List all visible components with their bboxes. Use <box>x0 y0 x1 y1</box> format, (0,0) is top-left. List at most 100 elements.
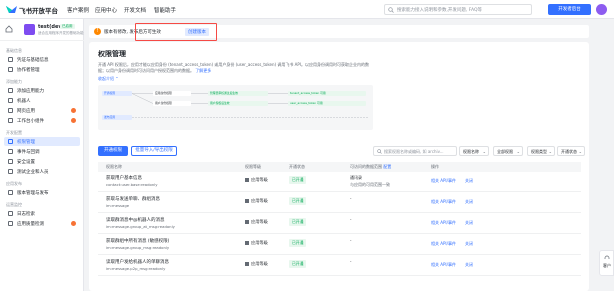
global-search-input[interactable]: 搜索能力接入说明和参数,开发问题, FAQ等 <box>384 4 532 15</box>
permission-code: im:message.p2p_msg:readonly <box>106 266 166 271</box>
filter-label: 权限名称 <box>463 149 479 154</box>
configure-data-range-link[interactable]: 配置 <box>383 164 391 169</box>
search-icon <box>388 7 394 13</box>
table-row: 读取用户发给机器人的单聊消息 im:message.p2p_msg:readonl… <box>98 256 581 276</box>
sidebar-item[interactable]: 添加应用能力 <box>4 86 80 95</box>
sidebar-item-label: 应用质量检测 <box>17 221 44 227</box>
menu-item-icon <box>8 159 13 164</box>
permission-level-label: 应用等级 <box>251 261 268 266</box>
app-status-badge: 已启用 <box>60 24 75 29</box>
table-row: 读取群消息中@机器人的消息 im:message.group_at_msg:rea… <box>98 214 581 234</box>
sidebar-group-title: 添加能力 <box>6 79 22 84</box>
permission-name: 获取用户基本信息 <box>106 176 142 181</box>
sidebar-item[interactable]: 测试企业和人员 <box>4 167 80 176</box>
menu-item-icon <box>8 211 13 216</box>
related-api-link[interactable]: 相关 API/事件 <box>431 241 456 247</box>
permission-description: 开通 API 权限后，应用才能以应用身份 (tenant_access_toke… <box>98 62 373 74</box>
related-api-link[interactable]: 相关 API/事件 <box>431 262 456 268</box>
menu-item-icon <box>8 108 13 113</box>
filter-all-permissions-select[interactable]: 全部权限 ⌄ <box>493 146 523 156</box>
menu-item-icon <box>8 139 13 144</box>
close-permission-link[interactable]: 关闭 <box>465 241 473 247</box>
level-icon <box>245 177 249 182</box>
nav-smart-assistant[interactable]: 智能助手 <box>154 6 176 14</box>
close-permission-link[interactable]: 关闭 <box>465 262 473 268</box>
data-range: - <box>350 259 352 264</box>
notification-dot <box>71 221 76 226</box>
column-data-range: 可访问的数据范围 配置 <box>350 164 391 170</box>
data-range: 通讯录 <box>350 175 362 180</box>
filter-label: 权限类型 <box>531 149 547 154</box>
search-placeholder: 搜索能力接入说明和参数,开发问题, FAQ等 <box>397 8 483 13</box>
menu-item-icon <box>8 88 13 93</box>
permission-name: 读取群消息中@机器人的消息 <box>106 218 165 223</box>
sidebar-item-label: 事件与回调 <box>17 149 40 155</box>
warning-icon: ! <box>94 28 101 35</box>
sidebar-item[interactable]: 版本管理与发布 <box>4 188 80 197</box>
sidebar-item[interactable]: 权限管理 <box>4 137 80 146</box>
user-avatar[interactable] <box>596 4 607 15</box>
sidebar-group-title: 开发配置 <box>6 130 22 135</box>
collapse-intro-link[interactable]: 收起介绍 ⌃ <box>98 76 119 82</box>
filter-permission-type-select[interactable]: 权限类型 ⌄ <box>527 146 555 156</box>
customer-service-tab[interactable]: 客户 <box>599 250 614 276</box>
brand-name[interactable]: 飞书开放平台 <box>19 5 58 15</box>
sidebar-item-label: 权限管理 <box>17 139 35 145</box>
permission-search-input[interactable]: 搜索权限名称或编码, 如 archiv... <box>373 146 457 156</box>
status-badge: 已开通 <box>289 260 307 268</box>
close-permission-link[interactable]: 关闭 <box>465 199 473 205</box>
sidebar-item-label: 添加应用能力 <box>17 88 44 94</box>
sidebar-item[interactable]: 工作台小组件 <box>4 116 80 125</box>
permission-name: 获取群组中所有消息 (敏感权限) <box>106 239 170 244</box>
related-api-link[interactable]: 相关 API/事件 <box>431 220 456 226</box>
column-open-status: 开通状态 <box>289 164 305 169</box>
nav-app-center[interactable]: 应用中心 <box>95 6 117 14</box>
sidebar-item-label: 网页应用 <box>17 108 35 114</box>
sidebar-item[interactable]: 日志检索 <box>4 209 80 218</box>
filter-open-status-select[interactable]: 开通状态 ⌄ <box>557 146 585 156</box>
permission-level: 应用等级 <box>245 198 268 204</box>
permission-management-panel: 权限管理 开通 API 权限后，应用才能以应用身份 (tenant_access… <box>89 42 589 291</box>
app-sidebar: test(dev) 已启用 适合应用程序开发的基础功能 基础信息凭证与基础信息协… <box>0 19 84 291</box>
related-api-link[interactable]: 相关 API/事件 <box>431 178 456 184</box>
sidebar-item[interactable]: 网页应用 <box>4 106 80 115</box>
related-api-link[interactable]: 相关 API/事件 <box>431 199 456 205</box>
sidebar-item-label: 测试企业和人员 <box>17 169 49 175</box>
permission-code: contact:user.base:readonly <box>106 182 158 187</box>
chevron-down-icon: ⌄ <box>516 149 520 154</box>
top-navigation-bar: 飞书开放平台 客户案例 应用中心 开发文档 智能助手 搜索能力接入说明和参数,开… <box>0 0 614 19</box>
permission-level-label: 应用等级 <box>251 240 268 245</box>
column-actions: 操作 <box>431 164 439 169</box>
sidebar-group-title: 基础信息 <box>6 48 22 53</box>
nav-dev-docs[interactable]: 开发文档 <box>124 6 146 14</box>
app-header: test(dev) 已启用 适合应用程序开发的基础功能 <box>0 19 84 41</box>
nav-customer-cases[interactable]: 客户案例 <box>67 6 89 14</box>
open-permission-button[interactable]: 开通权限 <box>98 146 128 156</box>
permission-name: 读取用户发给机器人的单聊消息 <box>106 260 169 265</box>
permission-code: im:message.group_msg:readonly <box>106 245 170 250</box>
sidebar-item[interactable]: 凭证与基础信息 <box>4 55 80 64</box>
home-icon[interactable] <box>5 25 13 33</box>
filter-label: 全部权限 <box>497 149 513 154</box>
batch-import-export-button[interactable]: 批量导入/导出权限 <box>131 146 177 156</box>
sidebar-item[interactable]: 安全设置 <box>4 157 80 166</box>
menu-item-icon <box>8 57 13 62</box>
close-permission-link[interactable]: 关闭 <box>465 178 473 184</box>
sidebar-item[interactable]: 应用质量检测 <box>4 219 80 228</box>
sidebar-item[interactable]: 机器人 <box>4 96 80 105</box>
filter-label: 开通状态 <box>561 149 577 154</box>
status-badge: 已开通 <box>289 239 307 247</box>
filter-permission-name-select[interactable]: 权限名称 ⌄ <box>459 146 489 156</box>
headset-icon <box>604 255 610 259</box>
feishu-logo-icon[interactable] <box>5 4 18 15</box>
learn-more-link[interactable]: 了解更多 <box>195 68 211 73</box>
permission-level: 应用等级 <box>245 219 268 225</box>
table-row: 获取与发送单聊、群组消息 im:message 应用等级 已开通 - 相关 API/事件 关… <box>98 193 581 213</box>
sidebar-item[interactable]: 事件与回调 <box>4 147 80 156</box>
permission-name: 获取与发送单聊、群组消息 <box>106 197 160 202</box>
sidebar-item[interactable]: 协作者管理 <box>4 65 80 74</box>
developer-console-button[interactable]: 开发者后台 <box>548 4 591 15</box>
flow-connector-lines <box>131 93 368 118</box>
close-permission-link[interactable]: 关闭 <box>465 220 473 226</box>
menu-item-icon <box>8 118 13 123</box>
